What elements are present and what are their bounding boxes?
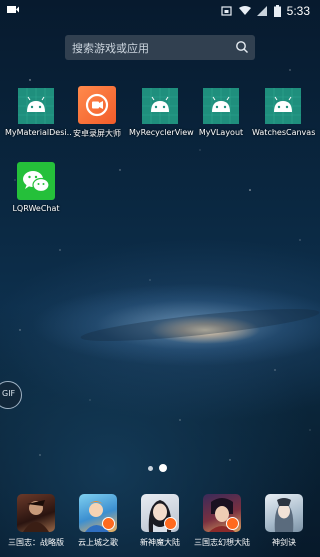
app-label: LQRWeChat [12, 204, 60, 213]
search-bar[interactable]: 搜索游戏或应用 [65, 35, 255, 60]
android-icon [265, 88, 301, 124]
gif-label: GIF [2, 389, 16, 398]
dock-label: 云上城之歌 [78, 538, 118, 547]
page-dot-active[interactable] [159, 464, 167, 472]
gif-floating-button[interactable]: GIF [0, 381, 22, 409]
app-screen-recorder[interactable]: 安卓录屏大师 [66, 86, 128, 139]
game-icon [141, 494, 179, 532]
app-label: MyRecyclerView [129, 128, 194, 137]
android-icon [203, 88, 239, 124]
android-icon [18, 88, 54, 124]
dock-app-sanguozhi-zhanlue[interactable]: 三国志：战略版 [4, 494, 68, 548]
starfield-background [14, 69, 320, 461]
screen-recorder-icon [78, 86, 116, 124]
game-icon [203, 494, 241, 532]
app-watchescanvas[interactable]: WatchesCanvas [252, 88, 316, 137]
wifi-icon [238, 6, 251, 15]
dock-label: 新神魔大陆 [140, 538, 180, 547]
search-icon[interactable] [235, 40, 249, 54]
notification-icon [7, 6, 19, 13]
dock-label: 三国志：战略版 [8, 538, 64, 547]
dock-label: 三国志幻想大陆 [194, 538, 250, 547]
app-label: WatchesCanvas [252, 128, 316, 137]
search-placeholder: 搜索游戏或应用 [72, 42, 149, 55]
game-icon [17, 494, 55, 532]
sim-icon [221, 6, 232, 16]
status-bar: 5:33 [0, 0, 320, 22]
signal-icon [256, 6, 267, 16]
dock-app-sanguozhi-huanxiang[interactable]: 三国志幻想大陆 [190, 494, 254, 548]
app-lqrwechat[interactable]: LQRWeChat [5, 162, 67, 213]
app-label: 安卓录屏大师 [73, 129, 121, 138]
download-badge-icon [226, 517, 239, 530]
wechat-icon [17, 162, 55, 200]
dock-app-yunshangcheng[interactable]: 云上城之歌 [66, 494, 130, 548]
game-icon [265, 494, 303, 532]
page-indicator [148, 464, 167, 472]
download-badge-icon [164, 517, 177, 530]
battery-icon [273, 5, 281, 17]
dock: 三国志：战略版 云上城之歌 新神魔大陆 三国志幻想大陆 神剑诀 [0, 486, 320, 557]
app-myvlayout[interactable]: MyVLayout [190, 88, 252, 137]
page-dot[interactable] [148, 465, 153, 471]
game-icon [79, 494, 117, 532]
app-mymaterialdesign[interactable]: MyMaterialDesi.. [5, 88, 72, 137]
dock-label: 神剑诀 [272, 538, 296, 547]
app-label: MyMaterialDesi.. [5, 128, 72, 137]
android-icon [142, 88, 178, 124]
dock-app-shenjianjue[interactable]: 神剑诀 [252, 494, 316, 548]
download-badge-icon [102, 517, 115, 530]
dock-app-xinshenmo[interactable]: 新神魔大陆 [128, 494, 192, 548]
app-myrecyclerview[interactable]: MyRecyclerView [129, 88, 194, 137]
status-time: 5:33 [286, 4, 310, 18]
app-label: MyVLayout [198, 128, 244, 137]
